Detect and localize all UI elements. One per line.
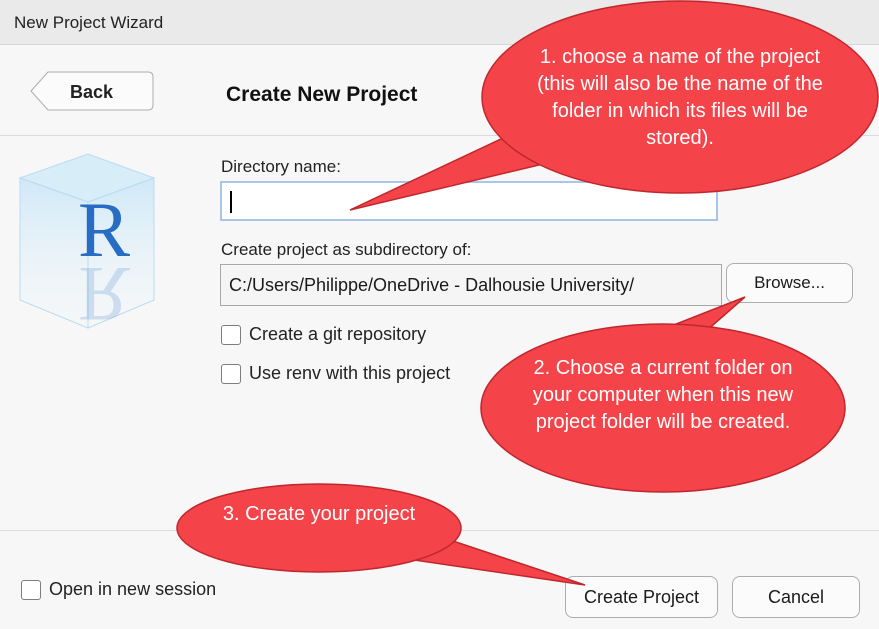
r-cube-logo-icon: R R bbox=[18, 153, 156, 330]
git-repository-label: Create a git repository bbox=[249, 324, 427, 344]
renv-label: Use renv with this project bbox=[249, 363, 451, 383]
callout-3-pointer bbox=[377, 529, 586, 586]
svg-text:R: R bbox=[78, 251, 130, 330]
page-title: Create New Project bbox=[226, 83, 418, 106]
back-button-label: Back bbox=[70, 82, 114, 102]
text-caret bbox=[230, 191, 232, 213]
callout-3-bubble bbox=[176, 483, 462, 573]
open-new-session-checkbox[interactable] bbox=[21, 580, 41, 600]
title-bar: New Project Wizard bbox=[0, 0, 879, 45]
directory-name-label: Directory name: bbox=[221, 157, 341, 176]
renv-checkbox[interactable] bbox=[221, 364, 241, 384]
subdirectory-path-field[interactable]: C:/Users/Philippe/OneDrive - Dalhousie U… bbox=[220, 264, 722, 306]
browse-button[interactable]: Browse... bbox=[726, 263, 853, 303]
directory-name-input[interactable] bbox=[220, 181, 718, 221]
callout-1-text: 1. choose a name of the project (this wi… bbox=[537, 46, 823, 149]
callout-2-text: 2. Choose a current folder on your compu… bbox=[532, 357, 794, 433]
footer-divider bbox=[0, 530, 879, 531]
create-project-button[interactable]: Create Project bbox=[565, 576, 718, 618]
git-repository-checkbox[interactable] bbox=[221, 325, 241, 345]
subdirectory-path-value: C:/Users/Philippe/OneDrive - Dalhousie U… bbox=[229, 275, 635, 295]
open-new-session-label: Open in new session bbox=[49, 579, 217, 599]
subdirectory-label: Create project as subdirectory of: bbox=[221, 240, 472, 259]
cancel-button[interactable]: Cancel bbox=[732, 576, 860, 618]
window-title: New Project Wizard bbox=[14, 13, 164, 32]
back-button[interactable]: Back bbox=[30, 71, 154, 111]
callout-3-text: 3. Create your project bbox=[222, 503, 416, 525]
